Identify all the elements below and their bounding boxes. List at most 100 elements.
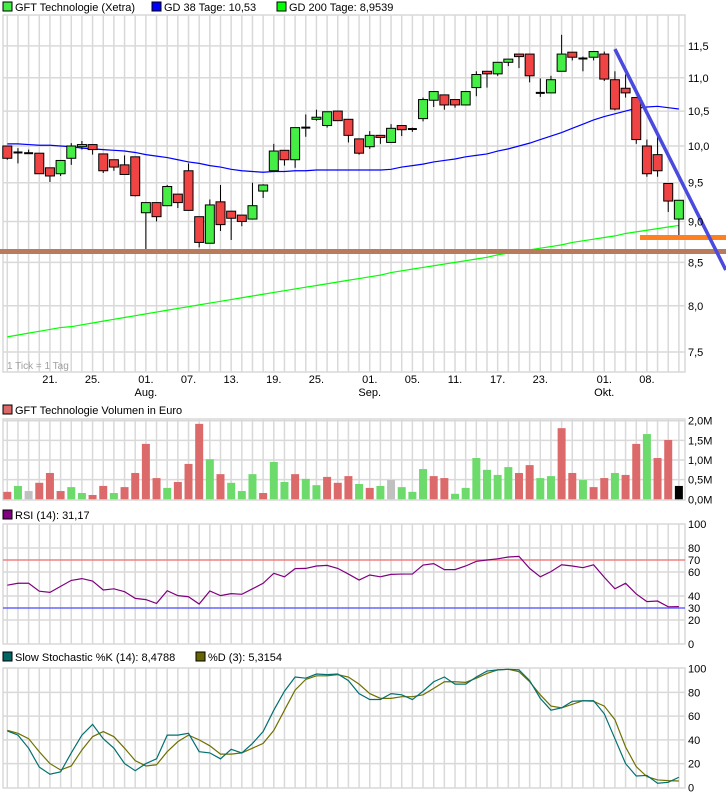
candle-body [226, 210, 237, 219]
volume-bar [674, 485, 683, 500]
candle-body [183, 170, 194, 211]
x-tick-label: 23. [533, 374, 548, 386]
volume-bar [152, 478, 161, 500]
x-tick-label: 01. [362, 374, 377, 386]
candle [162, 184, 173, 207]
price-y-tick-label: 10,5 [688, 106, 709, 118]
volume-bar [387, 480, 396, 500]
candle-body [140, 202, 151, 214]
candle-body [151, 202, 162, 218]
candle-body [66, 145, 77, 159]
candle-body [354, 138, 365, 154]
stochastic-y-tick-label: 100 [688, 664, 706, 676]
candle-body [450, 99, 461, 106]
candle-body [108, 159, 119, 168]
volume-y-tick-label: 1,5M [688, 435, 712, 447]
candle-body [556, 53, 567, 72]
candle-doji [13, 151, 23, 154]
volume-bar [184, 463, 193, 500]
candle [418, 97, 429, 122]
candle-body [482, 70, 492, 75]
volume-bar [440, 478, 449, 500]
volume-bar [45, 472, 54, 500]
volume-bar [429, 476, 438, 500]
legend-price: GFT Technologie (Xetra) [15, 2, 135, 14]
volume-bar [195, 423, 204, 500]
legend-rsi: RSI (14): 31,17 [15, 510, 90, 522]
candle-body [386, 127, 397, 143]
candle-body [34, 152, 45, 175]
legend-swatch-gd200 [276, 1, 287, 12]
legend-swatch-stoch-d [195, 651, 206, 662]
volume-bar [451, 493, 460, 500]
candle-body [119, 164, 130, 175]
tick-note: 1 Tick = 1 Tag [7, 361, 69, 372]
volume-bar [163, 487, 172, 500]
x-tick-label: 11. [448, 374, 462, 386]
stock-chart: 11,5 11,0 10,5 10,0 9,5 9,0 8,5 8,0 7,5 2,0M 1,5M 1… [0, 1, 726, 794]
volume-bar [237, 491, 246, 500]
price-y-tick-label: 7,5 [688, 347, 703, 359]
candle-body [471, 74, 482, 89]
volume-bar [578, 480, 587, 500]
rsi-y-tick-label: 30 [688, 603, 700, 615]
stochastic-y-tick-label: 0 [688, 782, 694, 794]
legend-gd38: GD 38 Tage: 10,53 [164, 2, 256, 14]
candle [55, 159, 66, 176]
volume-bar [610, 472, 619, 500]
volume-y-tick-label: 0,5M [688, 475, 712, 487]
candle-body [620, 87, 631, 94]
volume-bar [227, 482, 236, 500]
candle [599, 51, 610, 82]
stochastic-y-tick-label: 80 [688, 687, 700, 699]
volume-y-tick-label: 1,0M [688, 455, 712, 467]
x-tick-label: 25. [309, 374, 324, 386]
legend-swatch-volume [2, 404, 13, 415]
candle-body [513, 53, 524, 58]
volume-bar [205, 459, 214, 500]
x-tick-label: 19. [266, 374, 281, 386]
rsi-y-tick-label: 0 [688, 639, 694, 651]
rsi-y-tick-label: 20 [688, 615, 700, 627]
candle-body [279, 149, 290, 161]
candle [98, 153, 109, 173]
volume-bar [632, 443, 641, 500]
candle [204, 199, 215, 244]
candle-doji [301, 126, 311, 129]
volume-bar [355, 483, 364, 500]
candle-body [215, 201, 226, 226]
candle-body [524, 53, 535, 77]
candle [2, 145, 13, 160]
candle-body [492, 61, 503, 75]
candle-body [2, 145, 13, 159]
candle-body [87, 144, 98, 151]
volume-bar [216, 474, 225, 500]
stochastic-y-tick-label: 20 [688, 759, 700, 771]
volume-bar [109, 493, 118, 500]
candle [183, 163, 194, 211]
candle-body [418, 99, 429, 120]
x-tick-label: 01. [138, 374, 153, 386]
candle [631, 97, 642, 144]
volume-bar [323, 476, 332, 500]
volume-bar [3, 491, 12, 500]
volume-bar [408, 491, 417, 500]
rsi-legend: RSI (14): 31,17 [2, 509, 90, 522]
candle-body [268, 150, 279, 172]
legend-swatch-gd38 [151, 1, 162, 12]
candle-body [204, 204, 215, 244]
volume-legend: GFT Technologie Volumen in Euro [2, 404, 182, 417]
legend-swatch-price [2, 1, 13, 12]
x-tick-label: 01. [597, 374, 612, 386]
candle-body [290, 127, 301, 161]
volume-bar [344, 476, 353, 500]
candle [492, 61, 503, 76]
candle-doji [578, 57, 588, 60]
legend-volume: GFT Technologie Volumen in Euro [15, 405, 182, 417]
price-y-tick-label: 8,5 [688, 257, 703, 269]
legend-swatch-stoch-k [2, 651, 13, 662]
volume-bar [269, 461, 278, 500]
volume-bar [56, 491, 65, 500]
volume-bar [493, 474, 502, 500]
volume-bar [35, 482, 44, 500]
